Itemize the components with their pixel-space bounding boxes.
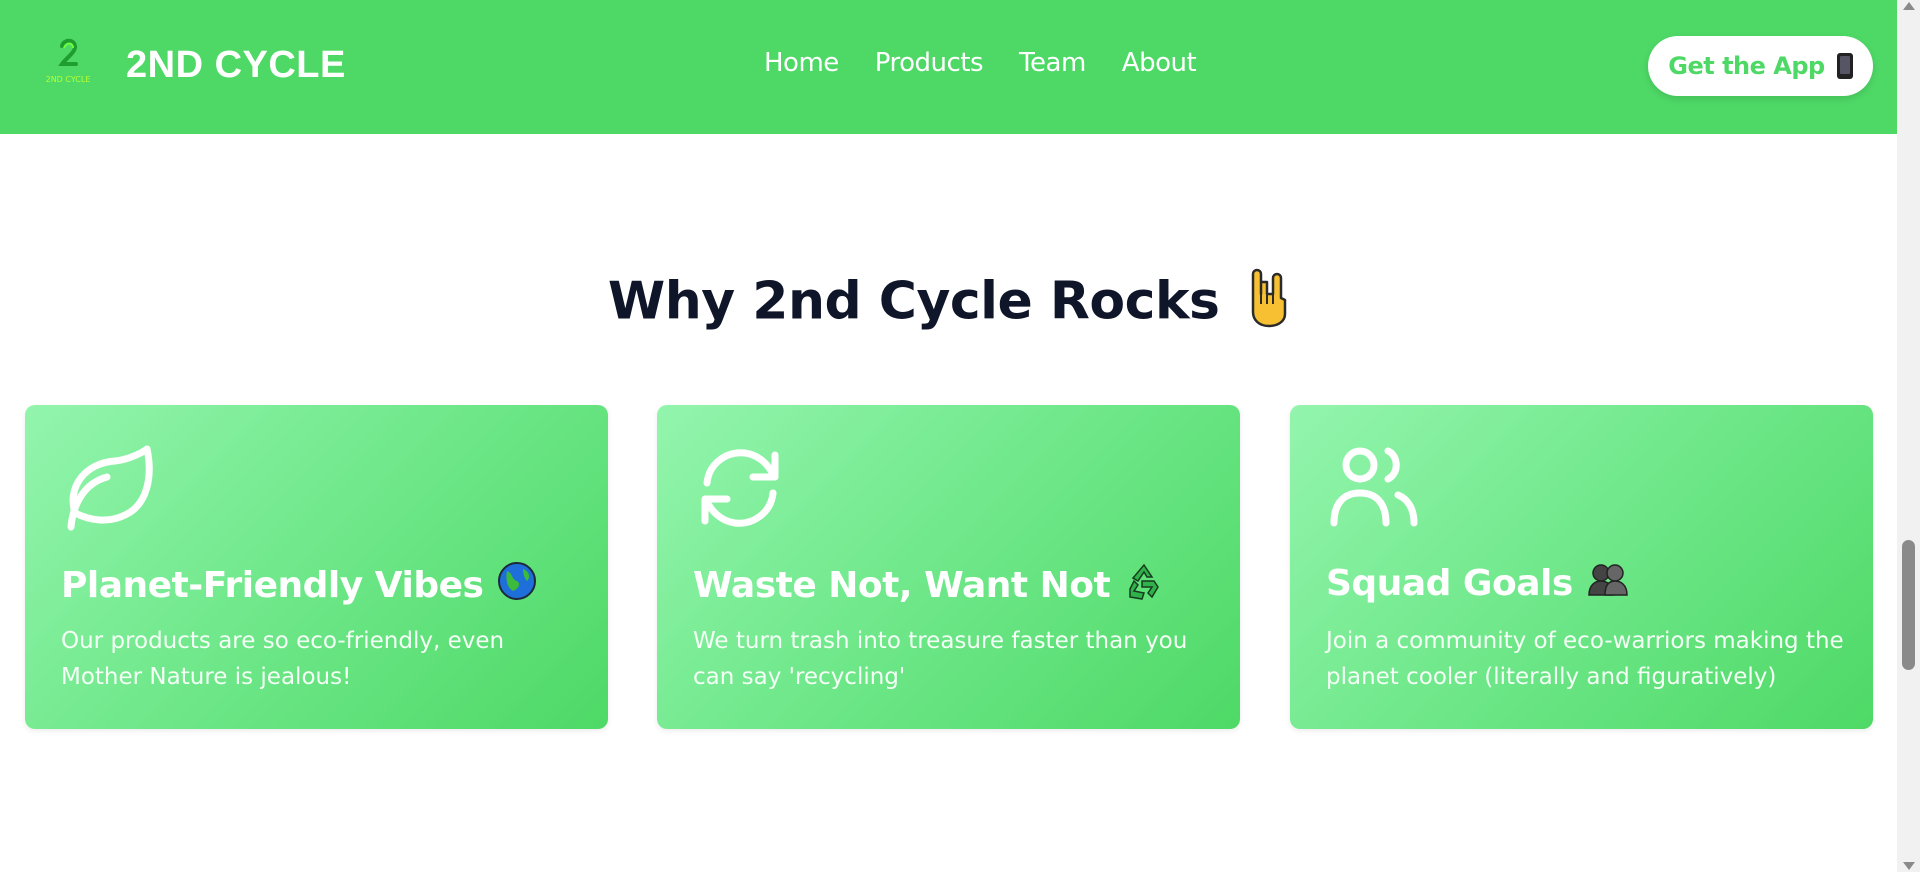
users-icon (1328, 443, 1418, 533)
card-title: Waste Not, Want Not (693, 561, 1164, 610)
brand-name[interactable]: 2ND CYCLE (126, 44, 346, 87)
scroll-down-arrow-icon[interactable] (1903, 862, 1915, 870)
nav-about[interactable]: About (1122, 48, 1197, 78)
card-description: Join a community of eco-warriors making … (1326, 628, 1844, 690)
feature-card-planet: Planet-Friendly Vibes Our products are s… (25, 405, 608, 729)
card-title: Squad Goals (1326, 561, 1629, 606)
page-viewport: 2ND CYCLE 2ND CYCLE Home Products Team A… (0, 0, 1897, 872)
card-description: We turn trash into treasure faster than … (693, 628, 1188, 690)
card-title-text: Planet-Friendly Vibes (61, 565, 484, 606)
scroll-up-arrow-icon[interactable] (1903, 2, 1915, 10)
recycling-icon (1124, 561, 1164, 610)
card-title: Planet-Friendly Vibes (61, 561, 537, 610)
card-description: Our products are so eco-friendly, even M… (61, 628, 505, 690)
nav-home[interactable]: Home (764, 48, 839, 78)
nav-team[interactable]: Team (1019, 48, 1086, 78)
feature-card-squad: Squad Goals Join a community of eco-warr… (1290, 405, 1873, 729)
leaf-icon (63, 443, 153, 533)
site-header: 2ND CYCLE 2ND CYCLE Home Products Team A… (0, 0, 1897, 134)
refresh-cycle-icon (695, 443, 785, 533)
brand-logo[interactable]: 2ND CYCLE (44, 36, 92, 90)
two-people-icon (1587, 561, 1629, 606)
globe-icon (497, 561, 537, 610)
rock-on-hand-icon (1247, 268, 1289, 341)
get-the-app-button[interactable]: Get the App (1648, 36, 1873, 96)
card-title-text: Squad Goals (1326, 563, 1573, 604)
vertical-scrollbar[interactable] (1897, 0, 1920, 872)
section-title: Why 2nd Cycle Rocks (0, 268, 1897, 341)
get-the-app-label: Get the App (1668, 52, 1825, 80)
mobile-phone-icon (1836, 53, 1853, 79)
main-nav: Home Products Team About (764, 48, 1197, 78)
nav-products[interactable]: Products (875, 48, 984, 78)
section-title-text: Why 2nd Cycle Rocks (607, 271, 1220, 332)
card-title-text: Waste Not, Want Not (693, 565, 1111, 606)
feature-card-waste: Waste Not, Want Not We turn trash into t… (657, 405, 1240, 729)
scrollbar-thumb[interactable] (1902, 540, 1915, 670)
logo-wordmark: 2ND CYCLE (46, 75, 91, 84)
